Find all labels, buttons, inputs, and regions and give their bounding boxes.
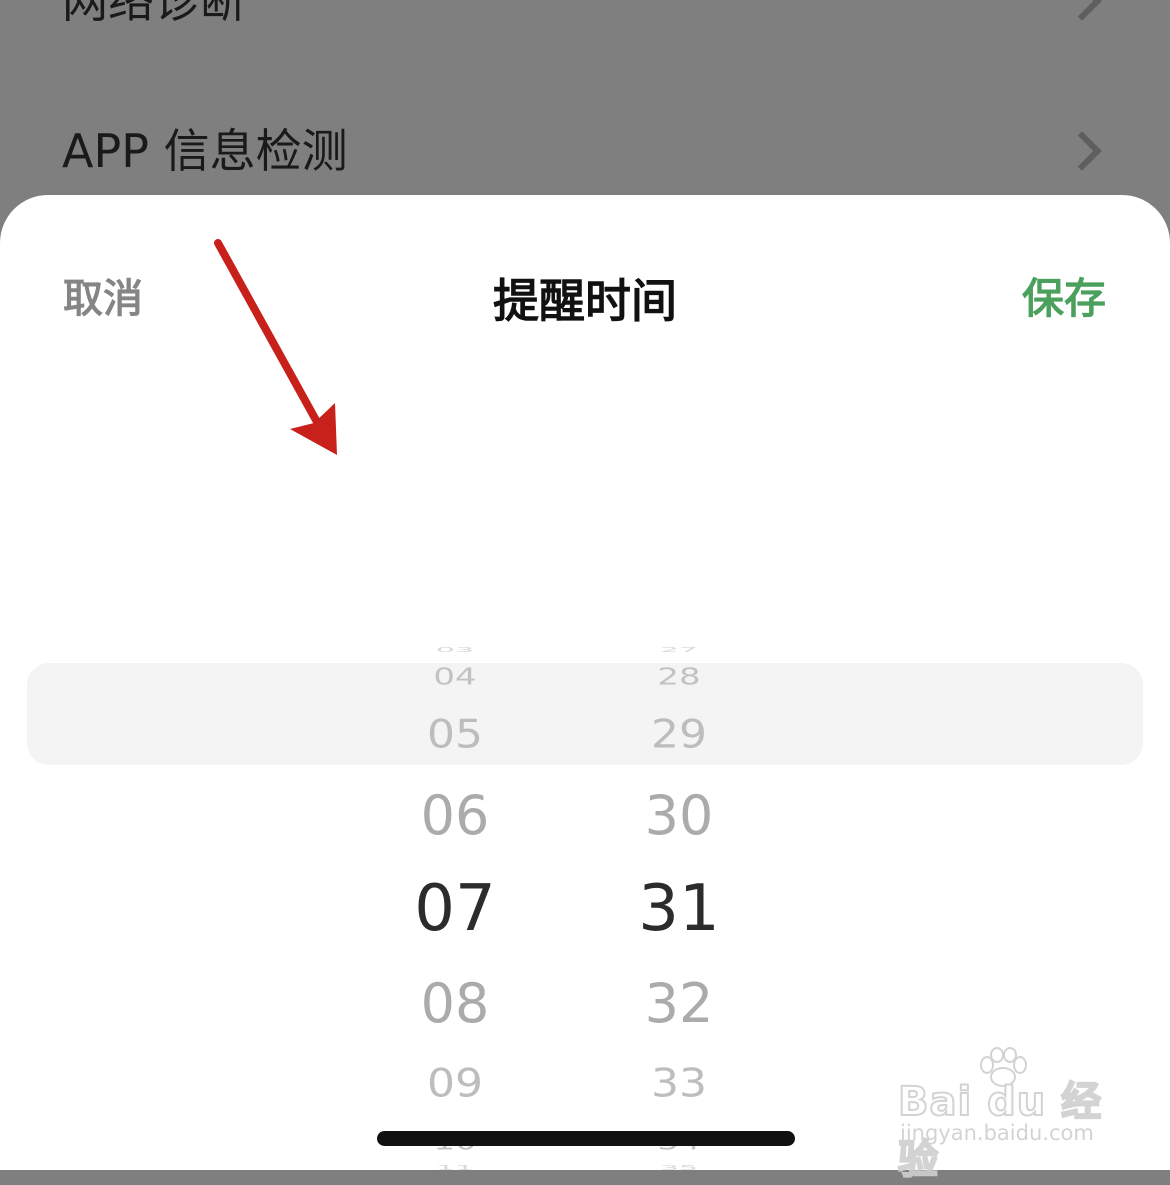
save-button[interactable]: 保存	[1022, 273, 1106, 325]
minute-option-selected[interactable]: 31	[604, 877, 754, 941]
list-item-network-diagnosis[interactable]: 网络诊断	[62, 0, 1110, 24]
hour-option[interactable]: 08	[380, 977, 530, 1031]
sheet-title: 提醒时间	[493, 274, 677, 328]
minute-option[interactable]: 35	[604, 1165, 754, 1172]
list-item-app-info-check[interactable]: APP 信息检测	[62, 128, 1110, 174]
hour-option[interactable]: 06	[380, 789, 530, 843]
minute-wheel[interactable]: 27 28 29 30 31 32 33 34 35	[604, 450, 754, 1172]
home-indicator[interactable]	[377, 1131, 795, 1146]
list-item-label: 网络诊断	[62, 0, 246, 28]
sheet-header: 取消 提醒时间 保存	[0, 273, 1170, 333]
hour-option[interactable]: 03	[380, 647, 530, 654]
minute-option[interactable]: 33	[604, 1064, 754, 1104]
minute-option[interactable]: 30	[604, 789, 754, 843]
chevron-right-icon	[1062, 131, 1102, 171]
minute-option[interactable]: 29	[604, 715, 754, 755]
list-item-label: APP 信息检测	[62, 124, 348, 178]
minute-option[interactable]: 27	[604, 647, 754, 654]
reminder-time-sheet: 取消 提醒时间 保存 03 04 05 06 07 08 09 10 11 27…	[0, 195, 1170, 1172]
hour-option[interactable]: 05	[380, 715, 530, 755]
time-picker[interactable]: 03 04 05 06 07 08 09 10 11 27 28 29 30 3…	[0, 450, 1170, 1172]
annotation-arrow-icon	[214, 239, 337, 455]
chevron-right-icon	[1062, 0, 1102, 21]
watermark-url: jingyan.baidu.com	[900, 1121, 1094, 1145]
hour-option-selected[interactable]: 07	[380, 877, 530, 941]
selection-highlight	[27, 663, 1143, 765]
hour-wheel[interactable]: 03 04 05 06 07 08 09 10 11	[380, 450, 530, 1172]
minute-option[interactable]: 28	[604, 665, 754, 688]
hour-option[interactable]: 11	[380, 1165, 530, 1172]
minute-option[interactable]: 32	[604, 977, 754, 1031]
hour-option[interactable]: 04	[380, 665, 530, 688]
hour-option[interactable]: 09	[380, 1064, 530, 1104]
baidu-jingyan-watermark: Bai du 经验 jingyan.baidu.com	[897, 1047, 1108, 1184]
